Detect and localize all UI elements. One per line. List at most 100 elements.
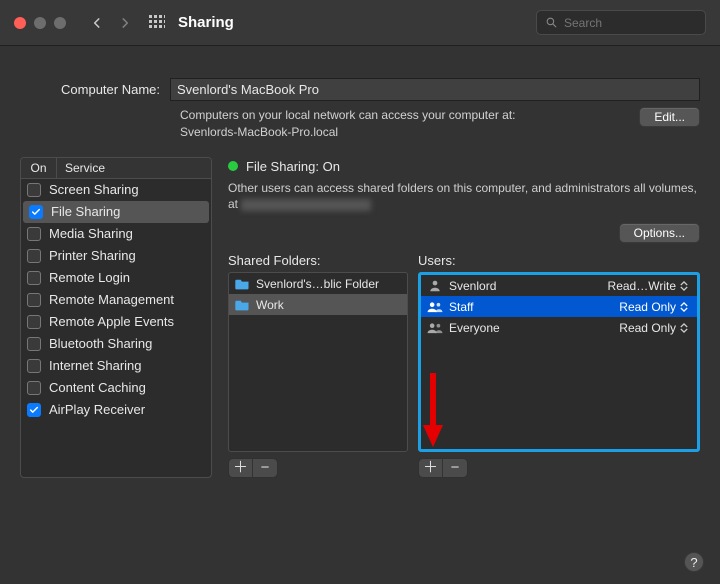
main-row: On Service Screen Sharing File Sharing Med…: [20, 157, 700, 479]
status-title: File Sharing: On: [246, 159, 340, 174]
service-row[interactable]: Content Caching: [21, 377, 211, 399]
stepper-arrows-icon: [680, 300, 691, 314]
service-label: Media Sharing: [49, 226, 133, 241]
zoom-window[interactable]: [54, 17, 66, 29]
help-button[interactable]: ?: [684, 552, 704, 572]
services-header: On Service: [21, 158, 211, 179]
back-button[interactable]: [84, 10, 110, 36]
folder-row[interactable]: Svenlord's…blic Folder: [229, 273, 407, 294]
folder-add-remove: ＋ −: [228, 458, 278, 478]
permission-selector[interactable]: Read Only: [619, 300, 691, 314]
service-label: Printer Sharing: [49, 248, 136, 263]
service-checkbox[interactable]: [27, 337, 41, 351]
edit-hostname-button[interactable]: Edit...: [639, 107, 700, 127]
service-checkbox[interactable]: [27, 271, 41, 285]
service-checkbox[interactable]: [27, 293, 41, 307]
service-label: Internet Sharing: [49, 358, 142, 373]
right-panel: File Sharing: On Other users can access …: [228, 157, 700, 479]
user-row[interactable]: StaffRead Only: [421, 296, 697, 317]
users-group: Users: SvenlordRead…WriteStaffRead OnlyE…: [418, 253, 700, 478]
service-checkbox[interactable]: [27, 249, 41, 263]
user-name: Staff: [449, 300, 619, 314]
stepper-arrows-icon: [680, 279, 691, 293]
user-add-remove: ＋ −: [418, 458, 468, 478]
service-checkbox[interactable]: [27, 359, 41, 373]
service-row[interactable]: AirPlay Receiver: [21, 399, 211, 421]
services-col-on: On: [21, 158, 57, 178]
titlebar: Sharing: [0, 0, 720, 46]
subtext-hostname: Svenlords-MacBook-Pro.local: [180, 125, 338, 139]
service-label: Content Caching: [49, 380, 146, 395]
folder-icon: [235, 278, 250, 290]
window-title: Sharing: [178, 14, 234, 31]
service-label: File Sharing: [51, 204, 120, 219]
search-field[interactable]: [536, 10, 706, 35]
stepper-arrows-icon: [680, 321, 691, 335]
service-row[interactable]: Bluetooth Sharing: [21, 333, 211, 355]
folder-remove-button[interactable]: −: [253, 459, 277, 477]
close-window[interactable]: [14, 17, 26, 29]
user-remove-button[interactable]: −: [443, 459, 467, 477]
service-label: Screen Sharing: [49, 182, 139, 197]
user-name: Svenlord: [449, 279, 608, 293]
service-checkbox[interactable]: [27, 403, 41, 417]
service-row[interactable]: Remote Login: [21, 267, 211, 289]
status-description: Other users can access shared folders on…: [228, 180, 700, 214]
chevron-right-icon: [118, 16, 132, 30]
person-icon: [428, 279, 442, 293]
service-checkbox[interactable]: [27, 381, 41, 395]
service-row[interactable]: File Sharing: [23, 201, 209, 223]
service-checkbox[interactable]: [29, 205, 43, 219]
service-label: Remote Management: [49, 292, 174, 307]
search-input[interactable]: [564, 16, 697, 30]
service-label: Remote Apple Events: [49, 314, 174, 329]
user-row[interactable]: SvenlordRead…Write: [421, 275, 697, 296]
service-row[interactable]: Remote Management: [21, 289, 211, 311]
content: Computer Name: Computers on your local n…: [0, 46, 720, 492]
people-icon: [427, 321, 443, 335]
minimize-window[interactable]: [34, 17, 46, 29]
service-checkbox[interactable]: [27, 183, 41, 197]
lists-row: Shared Folders: Svenlord's…blic Folder Wo…: [228, 253, 700, 478]
folder-row[interactable]: Work: [229, 294, 407, 315]
service-label: Remote Login: [49, 270, 130, 285]
computer-name-input[interactable]: [170, 78, 700, 101]
service-label: AirPlay Receiver: [49, 402, 145, 417]
computer-name-label: Computer Name:: [20, 82, 170, 97]
shared-folders-list[interactable]: Svenlord's…blic Folder Work: [228, 272, 408, 452]
shared-folders-group: Shared Folders: Svenlord's…blic Folder Wo…: [228, 253, 408, 478]
services-col-service: Service: [57, 158, 211, 178]
search-icon: [545, 16, 558, 29]
computer-name-subtext-row: Computers on your local network can acce…: [20, 107, 700, 141]
folder-add-button[interactable]: ＋: [229, 459, 253, 477]
status-row: File Sharing: On: [228, 159, 700, 174]
service-checkbox[interactable]: [27, 227, 41, 241]
service-row[interactable]: Printer Sharing: [21, 245, 211, 267]
service-row[interactable]: Internet Sharing: [21, 355, 211, 377]
service-row[interactable]: Screen Sharing: [21, 179, 211, 201]
folder-name: Svenlord's…blic Folder: [256, 277, 379, 291]
permission-selector[interactable]: Read Only: [619, 321, 691, 335]
user-add-button[interactable]: ＋: [419, 459, 443, 477]
permission-text: Read Only: [619, 321, 676, 335]
permission-selector[interactable]: Read…Write: [608, 279, 691, 293]
show-all-button[interactable]: [144, 10, 170, 36]
user-row[interactable]: EveryoneRead Only: [421, 317, 697, 338]
sharing-pref-pane: Sharing Computer Name: Computers on your…: [0, 0, 720, 584]
service-checkbox[interactable]: [27, 315, 41, 329]
status-dot-on-icon: [228, 161, 238, 171]
service-row[interactable]: Media Sharing: [21, 223, 211, 245]
chevron-left-icon: [90, 16, 104, 30]
computer-name-subtext: Computers on your local network can acce…: [180, 107, 627, 141]
computer-name-row: Computer Name:: [20, 78, 700, 101]
forward-button[interactable]: [112, 10, 138, 36]
options-button[interactable]: Options...: [619, 223, 700, 243]
services-table[interactable]: On Service Screen Sharing File Sharing Med…: [20, 157, 212, 479]
users-list[interactable]: SvenlordRead…WriteStaffRead OnlyEveryone…: [418, 272, 700, 452]
permission-text: Read…Write: [608, 279, 676, 293]
folder-name: Work: [256, 298, 284, 312]
folder-icon: [235, 299, 250, 311]
service-row[interactable]: Remote Apple Events: [21, 311, 211, 333]
shared-folders-label: Shared Folders:: [228, 253, 408, 268]
users-label: Users:: [418, 253, 700, 268]
